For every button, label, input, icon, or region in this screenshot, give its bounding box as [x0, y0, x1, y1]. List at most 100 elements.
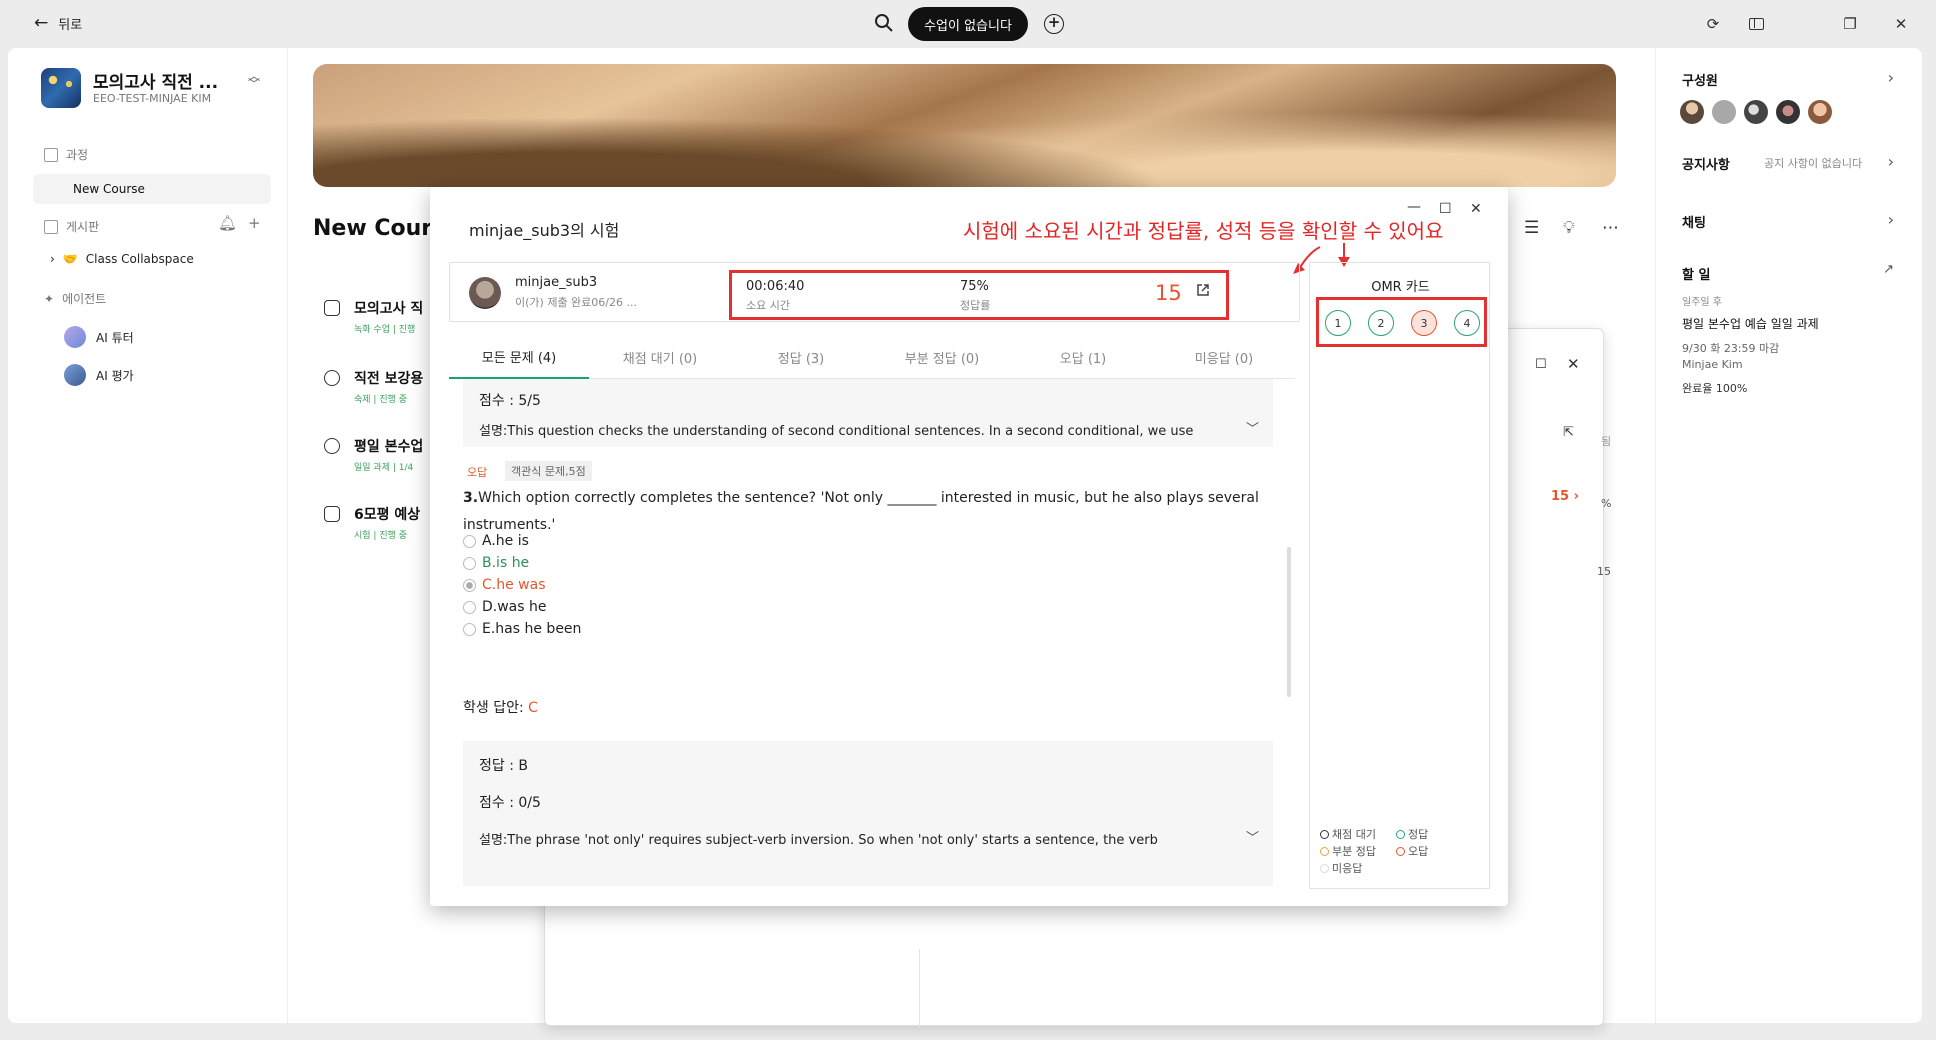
radio-icon	[463, 556, 476, 570]
tab-unanswered[interactable]: 미응답 (0)	[1154, 335, 1294, 379]
book-icon	[44, 147, 58, 162]
timer-icon	[324, 370, 340, 386]
explanation: 설명:The phrase 'not only' requires subjec…	[479, 833, 1158, 848]
total-score: 15	[1155, 281, 1182, 305]
arrow-left-icon: ←	[34, 13, 49, 33]
legend-wrong: 오답	[1396, 843, 1428, 859]
external-link-icon[interactable]: ⇱	[1563, 425, 1574, 440]
sidebar-item-ai-tutor[interactable]: AI 튜터	[64, 326, 134, 348]
avatar[interactable]	[1712, 100, 1736, 124]
tab-wrong[interactable]: 오답 (1)	[1013, 335, 1153, 379]
radio-icon	[463, 622, 476, 636]
more-icon[interactable]: ⋯	[1602, 218, 1619, 238]
avatar[interactable]	[1744, 100, 1768, 124]
handshake-icon: 🤝	[62, 252, 78, 266]
check-circle-icon	[324, 438, 340, 454]
chevron-right-icon[interactable]: ›	[1888, 152, 1894, 171]
chat-heading[interactable]: 채팅	[1682, 212, 1706, 231]
tab-correct[interactable]: 정답 (3)	[731, 335, 871, 379]
chevron-down-icon[interactable]: ﹀	[1246, 418, 1259, 437]
omr-bubble-3[interactable]: 3	[1411, 310, 1437, 336]
scrollbar[interactable]	[1287, 547, 1291, 697]
radio-icon	[463, 534, 476, 548]
omr-bubble-4[interactable]: 4	[1454, 310, 1480, 336]
course-banner	[313, 64, 1616, 187]
todo-due: 9/30 화 23:59 마감	[1682, 342, 1780, 355]
student-answer: 학생 답안: C	[463, 700, 538, 716]
sidebar-item-class-collabspace[interactable]: › 🤝 Class Collabspace	[50, 252, 194, 266]
correct-rate-label: 정답률	[960, 299, 991, 312]
todo-title[interactable]: 평일 본수업 예습 일일 과제	[1682, 315, 1819, 332]
legend-dot-icon	[1320, 846, 1329, 856]
external-link-icon[interactable]	[1196, 283, 1210, 297]
page-title: New Cours	[313, 216, 446, 241]
close-window-icon[interactable]: ✕	[1891, 14, 1911, 34]
sidebar-toggle-icon[interactable]	[1746, 14, 1766, 34]
legend-dot-icon	[1396, 829, 1405, 839]
elapsed-time-label: 소요 시간	[746, 299, 790, 312]
omr-highlight: 1 2 3 4	[1316, 297, 1487, 347]
correct-answer: 정답 : B	[479, 758, 528, 774]
tab-pending[interactable]: 채점 대기 (0)	[590, 335, 730, 379]
avatar[interactable]	[1680, 100, 1704, 124]
legend-dot-icon	[1320, 863, 1329, 873]
sidebar-item-new-course[interactable]: New Course	[33, 174, 271, 204]
top-bar: ← 뒤로 수업이 없습니다 + ⟳ ❐ ✕	[0, 0, 1936, 48]
refresh-icon[interactable]: ⟳	[1703, 14, 1723, 34]
notice-heading[interactable]: 공지사항	[1682, 154, 1730, 173]
close-icon[interactable]: ✕	[1567, 355, 1580, 373]
prev-explanation: 설명:This question checks the understandin…	[479, 424, 1194, 439]
left-sidebar: 모의고사 직전 ... EEO-TEST-MINJAE KIM ︿ ﹀ 과정 Ne…	[8, 48, 288, 1023]
option-a: A.he is	[463, 533, 529, 549]
legend-pending: 채점 대기	[1320, 826, 1376, 842]
workspace-logo[interactable]	[41, 68, 81, 108]
member-avatars	[1680, 100, 1832, 124]
back-button[interactable]: ← 뒤로	[34, 13, 82, 34]
student-name: minjae_sub3	[515, 275, 598, 290]
avatar[interactable]	[1776, 100, 1800, 124]
score-link[interactable]: 15 ›	[1551, 489, 1579, 504]
restore-window-icon[interactable]: ❐	[1840, 14, 1860, 34]
minimize-icon[interactable]: —	[1407, 199, 1421, 215]
workspace-owner: EEO-TEST-MINJAE KIM	[93, 92, 212, 105]
workspace-name[interactable]: 모의고사 직전 ...	[93, 68, 218, 93]
tab-partial[interactable]: 부분 정답 (0)	[872, 335, 1012, 379]
avatar[interactable]	[1808, 100, 1832, 124]
chevron-right-icon[interactable]: ›	[1888, 210, 1894, 229]
add-circle-icon[interactable]: +	[1044, 14, 1064, 34]
question-text: 3.Which option correctly completes the s…	[463, 490, 1259, 533]
avatar	[469, 277, 501, 309]
legend-partial: 부분 정답	[1320, 843, 1376, 859]
open-arrow-icon[interactable]: ↗	[1883, 262, 1894, 277]
annotation-text: 시험에 소요된 시간과 정답률, 성적 등을 확인할 수 있어요	[963, 219, 1444, 243]
avatar	[64, 326, 86, 348]
omr-bubble-2[interactable]: 2	[1368, 310, 1394, 336]
add-board-button[interactable]: +	[248, 214, 261, 232]
result-stats-highlight: 00:06:40 소요 시간 75% 정답률 15	[729, 270, 1229, 320]
sidebar-item-ai-eval[interactable]: AI 평가	[64, 364, 134, 386]
todo-rate: 완료율 100%	[1682, 382, 1748, 395]
chevron-right-icon[interactable]: ›	[1888, 68, 1894, 87]
filter-icon[interactable]: ☰	[1524, 218, 1539, 238]
section-board: 게시판	[44, 218, 99, 235]
lightbulb-icon[interactable]: 💡︎	[1563, 218, 1575, 238]
tab-all[interactable]: 모든 문제 (4)	[449, 335, 589, 379]
close-icon[interactable]: ✕	[1470, 201, 1482, 217]
todo-heading: 할 일	[1682, 268, 1711, 283]
omr-bubble-1[interactable]: 1	[1325, 310, 1351, 336]
notice-empty: 공지 사항이 없습니다	[1764, 157, 1863, 170]
maximize-icon[interactable]: ☐	[1535, 357, 1547, 372]
question-score: 점수 : 0/5	[479, 795, 541, 811]
avatar	[64, 364, 86, 386]
members-heading[interactable]: 구성원	[1682, 70, 1718, 89]
search-icon[interactable]	[874, 13, 894, 33]
elapsed-time: 00:06:40	[746, 279, 805, 294]
bell-icon[interactable]: 🔔︎	[218, 214, 237, 232]
wrong-tag: 오답	[467, 466, 488, 479]
no-class-pill[interactable]: 수업이 없습니다	[908, 7, 1028, 41]
question-type-tag: 객관식 문제,5점	[505, 461, 592, 481]
chevron-down-icon[interactable]: ﹀	[1246, 827, 1259, 846]
question-list: 점수 : 5/5 설명:This question checks the und…	[449, 379, 1295, 886]
workspace-switch-icon[interactable]: ︿ ﹀	[248, 70, 260, 90]
modal-title: minjae_sub3의 시험	[469, 221, 620, 240]
